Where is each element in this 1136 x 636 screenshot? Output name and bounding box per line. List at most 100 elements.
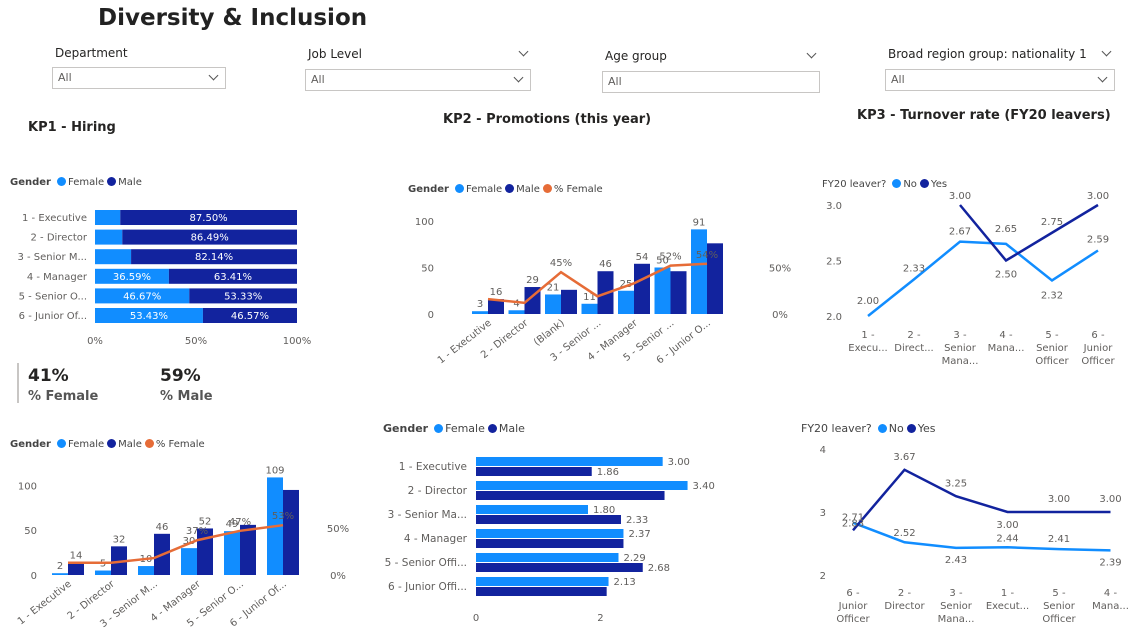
male-bar: [561, 289, 577, 314]
x-category-label: Mana...: [1092, 601, 1129, 612]
y-tick-label: 50: [24, 526, 37, 537]
female-data-label: 3.00: [668, 457, 690, 468]
female-data-label: 36.59%: [113, 272, 151, 283]
female-bar: [654, 267, 671, 314]
male-data-label: 87.50%: [190, 213, 228, 224]
y-tick-label: 2: [820, 571, 826, 582]
charts-canvas: 1 - Executive 87.50% 2 - Director 86.49% 3 -…: [16, 191, 1129, 630]
male-bar: [476, 563, 643, 572]
no-data-label: 2.43: [945, 555, 967, 566]
male-data-label: 2.33: [626, 515, 648, 526]
no-data-label: 2.67: [949, 227, 971, 238]
yes-data-label: 3.00: [949, 191, 971, 202]
y-tick-label: 100: [18, 481, 37, 492]
y-tick-label: 100: [415, 217, 434, 228]
yes-data-label: 3.00: [996, 520, 1018, 531]
no-data-label: 2.52: [893, 528, 915, 539]
pct-female-data-label: 37%: [186, 526, 208, 537]
female-bar: [476, 553, 619, 562]
x-category-label: 6 -: [1091, 330, 1105, 341]
bar-category-label: 2 - Director: [408, 485, 468, 497]
x-tick-label: 2: [597, 613, 603, 624]
female-bar: [545, 294, 561, 314]
male-bar: [240, 524, 256, 575]
bar-category-label: 6 - Junior Offi...: [388, 581, 467, 593]
female-bar: [224, 531, 240, 575]
x-tick-label: 0%: [87, 336, 103, 347]
x-category-label: 3 -: [949, 588, 963, 599]
no-data-label: 2.41: [1048, 534, 1070, 545]
male-data-label: 14: [70, 550, 83, 561]
x-category-label: 4 -: [1104, 588, 1118, 599]
female-bar: [476, 505, 588, 514]
x-category-label: 5 -: [1045, 330, 1059, 341]
female-data-label: 1.80: [593, 505, 615, 516]
female-bar: [476, 457, 663, 466]
male-data-label: 86.49%: [191, 233, 229, 244]
female-bar: [476, 481, 688, 490]
x-category-label: Mana...: [942, 356, 979, 367]
yes-data-label: 2.75: [1041, 217, 1063, 228]
male-data-label: 46.57%: [231, 311, 269, 322]
female-bar: [95, 229, 123, 245]
male-data-label: 1.86: [597, 467, 619, 478]
x-category-label: Junior: [838, 601, 869, 612]
male-bar: [476, 467, 592, 476]
female-data-label: 3.40: [693, 481, 715, 492]
yes-data-label: 2.71: [842, 512, 864, 523]
x-category-label: Officer: [1042, 614, 1076, 625]
pct-female-data-label: 45%: [550, 258, 572, 269]
male-data-label: 32: [113, 534, 126, 545]
pct-female-data-label: 54%: [696, 250, 718, 261]
female-bar: [476, 529, 624, 538]
no-data-label: 2.39: [1099, 557, 1121, 568]
male-bar: [634, 263, 650, 314]
x-category-label: 5 -: [1052, 588, 1066, 599]
female-bar: [95, 570, 111, 575]
female-data-label: 53.43%: [130, 311, 168, 322]
x-category-label: 4 -: [999, 330, 1013, 341]
male-data-label: 46: [156, 522, 169, 533]
female-data-label: 2.29: [623, 553, 645, 564]
yes-line: [959, 203, 1099, 263]
x-category-label: 2 -: [907, 330, 921, 341]
x-category-label: 1 - Executive: [16, 579, 74, 628]
male-data-label: 46: [599, 259, 612, 270]
x-category-label: 6 -: [846, 588, 860, 599]
male-data-label: 53.33%: [224, 291, 262, 302]
bar-category-label: 6 - Junior Of...: [19, 311, 87, 322]
bar-category-label: 5 - Senior Offi...: [385, 557, 467, 569]
x-category-label: Mana...: [938, 614, 975, 625]
no-data-label: 2.44: [996, 533, 1018, 544]
female-data-label: 46.67%: [123, 291, 161, 302]
female-data-label: 91: [693, 217, 706, 228]
bar-category-label: 2 - Director: [31, 233, 88, 244]
x-category-label: Senior: [940, 601, 973, 612]
x-category-label: 2 -: [898, 588, 912, 599]
yes-data-label: 2.50: [995, 270, 1017, 281]
y-tick-label: 0: [428, 310, 434, 321]
female-bar: [472, 311, 488, 314]
x-tick-label: 0: [473, 613, 479, 624]
female-bar: [581, 303, 598, 314]
x-category-label: 1 -: [861, 330, 875, 341]
bar-category-label: 4 - Manager: [404, 533, 468, 545]
x-category-label: Officer: [836, 614, 870, 625]
x-category-label: Direct...: [894, 343, 933, 354]
yes-data-label: 3.00: [1099, 494, 1121, 505]
male-bar: [476, 539, 624, 548]
female-bar: [618, 290, 634, 314]
female-bar: [95, 210, 121, 225]
male-data-label: 82.14%: [195, 252, 233, 263]
pct-female-data-label: 47%: [229, 517, 251, 528]
female-data-label: 4: [513, 298, 519, 309]
x-category-label: Senior: [944, 343, 977, 354]
bar-category-label: 1 - Executive: [22, 213, 87, 224]
female-data-label: 2.37: [628, 529, 650, 540]
bar-category-label: 3 - Senior M...: [17, 252, 87, 263]
no-line: [867, 240, 1099, 317]
yes-data-label: 3.00: [1087, 191, 1109, 202]
yes-data-label: 3.67: [893, 452, 915, 463]
x-category-label: Execut...: [986, 601, 1029, 612]
no-data-label: 2.00: [857, 296, 879, 307]
